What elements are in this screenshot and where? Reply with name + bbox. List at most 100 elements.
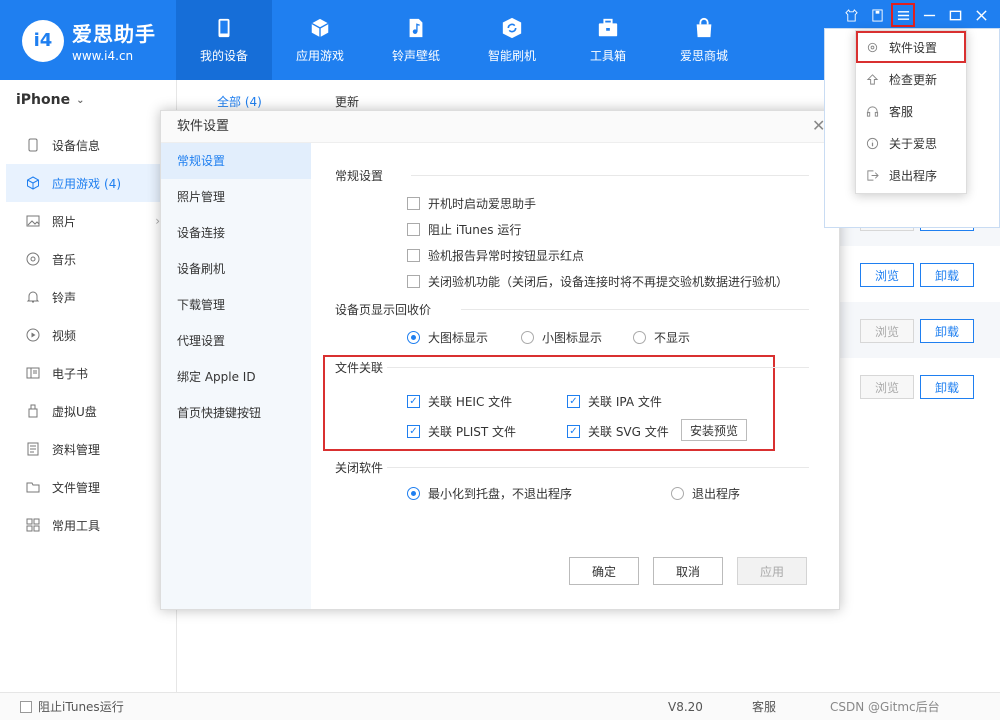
block-itunes-checkbox[interactable] xyxy=(20,700,32,713)
minimize-icon[interactable] xyxy=(920,6,938,24)
sidebar-item-label: 常用工具 xyxy=(52,518,101,533)
sidebar-item-apps[interactable]: 应用游戏 (4) xyxy=(6,164,170,202)
cancel-button[interactable]: 取消 xyxy=(653,557,723,585)
sidebar-item-ringtones[interactable]: 铃声 xyxy=(0,278,176,316)
install-preview-button[interactable]: 安装预览 xyxy=(681,419,747,441)
close-window-icon[interactable] xyxy=(972,6,990,24)
nav-store[interactable]: 爱思商城 xyxy=(656,0,752,80)
ok-button[interactable]: 确定 xyxy=(569,557,639,585)
exit-radio[interactable] xyxy=(671,487,684,500)
option-label: 小图标显示 xyxy=(542,331,603,345)
sidebar-item-label: 音乐 xyxy=(52,252,77,267)
option-small-icon[interactable]: 小图标显示 xyxy=(521,329,602,346)
dialog-nav-download[interactable]: 下载管理 xyxy=(161,287,311,323)
browse-button[interactable]: 浏览 xyxy=(860,263,914,287)
option-label: 不显示 xyxy=(654,331,691,345)
svg-checkbox[interactable]: ✓ xyxy=(567,425,580,438)
block-itunes-checkbox[interactable] xyxy=(407,223,420,236)
option-heic[interactable]: ✓ 关联 HEIC 文件 xyxy=(407,393,512,410)
dialog-nav-shortcut[interactable]: 首页快捷键按钮 xyxy=(161,395,311,431)
menu-item-settings[interactable]: 软件设置 xyxy=(856,31,966,63)
menu-icon[interactable] xyxy=(891,3,915,27)
dialog-nav-apple-id[interactable]: 绑定 Apple ID xyxy=(161,359,311,395)
minimize-radio[interactable] xyxy=(407,487,420,500)
menu-item-service[interactable]: 客服 xyxy=(856,95,966,127)
browse-button[interactable]: 浏览 xyxy=(860,319,914,343)
nav-my-device[interactable]: 我的设备 xyxy=(176,0,272,80)
dialog-nav-photos[interactable]: 照片管理 xyxy=(161,179,311,215)
sidebar-item-files[interactable]: 文件管理 xyxy=(0,468,176,506)
sidebar-item-device-info[interactable]: 设备信息 xyxy=(0,126,176,164)
disable-verify-checkbox[interactable] xyxy=(407,275,420,288)
sidebar-item-video[interactable]: 视频 xyxy=(0,316,176,354)
option-exit[interactable]: 退出程序 xyxy=(671,485,740,502)
menu-item-exit[interactable]: 退出程序 xyxy=(856,159,966,191)
red-dot-checkbox[interactable] xyxy=(407,249,420,262)
heic-checkbox[interactable]: ✓ xyxy=(407,395,420,408)
small-icon-radio[interactable] xyxy=(521,331,534,344)
menu-item-label: 退出程序 xyxy=(889,168,938,183)
sidebar-item-label: 铃声 xyxy=(52,290,77,305)
sidebar-item-usb[interactable]: 虚拟U盘 xyxy=(0,392,176,430)
version-label: V8.20 xyxy=(668,699,703,714)
skin-icon[interactable] xyxy=(842,6,860,24)
nav-label: 爱思商城 xyxy=(679,48,728,63)
option-svg[interactable]: ✓ 关联 SVG 文件 xyxy=(567,423,669,440)
menu-item-about[interactable]: 关于爱思 xyxy=(856,127,966,159)
sidebar-item-data[interactable]: 资料管理 xyxy=(0,430,176,468)
option-large-icon[interactable]: 大图标显示 xyxy=(407,329,488,346)
menu-item-label: 关于爱思 xyxy=(889,136,938,151)
nav-flash[interactable]: 智能刷机 xyxy=(464,0,560,80)
apply-button[interactable]: 应用 xyxy=(737,557,807,585)
option-plist[interactable]: ✓ 关联 PLIST 文件 xyxy=(407,423,516,440)
sidebar-item-music[interactable]: 音乐 xyxy=(0,240,176,278)
save-icon[interactable] xyxy=(868,6,886,24)
tab-all[interactable]: 全部 (4) xyxy=(217,93,262,110)
tab-update[interactable]: 更新 xyxy=(335,93,359,110)
large-icon-radio[interactable] xyxy=(407,331,420,344)
ipa-checkbox[interactable]: ✓ xyxy=(567,395,580,408)
nav-label: 我的设备 xyxy=(199,48,248,63)
option-label: 退出程序 xyxy=(692,487,741,501)
plist-checkbox[interactable]: ✓ xyxy=(407,425,420,438)
app-count: (4) xyxy=(104,176,122,191)
uninstall-button[interactable]: 卸载 xyxy=(920,375,974,399)
sidebar-item-photos[interactable]: 照片 › xyxy=(0,202,176,240)
app-row-actions: 浏览 卸载 xyxy=(860,263,974,287)
sidebar-item-tools[interactable]: 常用工具 xyxy=(0,506,176,544)
nav-ringtones[interactable]: 铃声壁纸 xyxy=(368,0,464,80)
dialog-nav-connection[interactable]: 设备连接 xyxy=(161,215,311,251)
option-disable-verify[interactable]: 关闭验机功能（关闭后，设备连接时将不再提交验机数据进行验机） xyxy=(407,273,788,290)
menu-item-check-update[interactable]: 检查更新 xyxy=(856,63,966,95)
service-link[interactable]: 客服 xyxy=(752,698,776,715)
option-label: 开机时启动爱思助手 xyxy=(428,197,537,211)
info-icon xyxy=(866,137,879,149)
option-autostart[interactable]: 开机时启动爱思助手 xyxy=(407,195,536,212)
logo-mark: i4 xyxy=(22,19,64,62)
section-divider xyxy=(461,309,809,310)
cube-icon xyxy=(311,18,329,37)
sidebar-item-ebook[interactable]: 电子书 xyxy=(0,354,176,392)
headset-icon xyxy=(866,105,879,117)
autostart-checkbox[interactable] xyxy=(407,197,420,210)
option-minimize[interactable]: 最小化到托盘，不退出程序 xyxy=(407,485,572,502)
nav-apps-games[interactable]: 应用游戏 xyxy=(272,0,368,80)
dialog-nav-proxy[interactable]: 代理设置 xyxy=(161,323,311,359)
uninstall-button[interactable]: 卸载 xyxy=(920,263,974,287)
hide-radio[interactable] xyxy=(633,331,646,344)
nav-toolbox[interactable]: 工具箱 xyxy=(560,0,656,80)
nav-label: 应用游戏 xyxy=(295,48,344,63)
menu-item-label: 客服 xyxy=(889,104,914,119)
maximize-icon[interactable] xyxy=(946,6,964,24)
option-ipa[interactable]: ✓ 关联 IPA 文件 xyxy=(567,393,662,410)
browse-button[interactable]: 浏览 xyxy=(860,375,914,399)
option-hide[interactable]: 不显示 xyxy=(633,329,690,346)
option-red-dot[interactable]: 验机报告异常时按钮显示红点 xyxy=(407,247,584,264)
dialog-nav-general[interactable]: 常规设置 xyxy=(161,143,311,179)
bell-icon xyxy=(26,291,40,303)
uninstall-button[interactable]: 卸载 xyxy=(920,319,974,343)
device-selector[interactable]: iPhone ⌄ xyxy=(0,80,176,120)
app-logo: i4 爱思助手 www.i4.cn xyxy=(22,18,156,63)
option-block-itunes[interactable]: 阻止 iTunes 运行 xyxy=(407,221,521,238)
dialog-nav-flash[interactable]: 设备刷机 xyxy=(161,251,311,287)
